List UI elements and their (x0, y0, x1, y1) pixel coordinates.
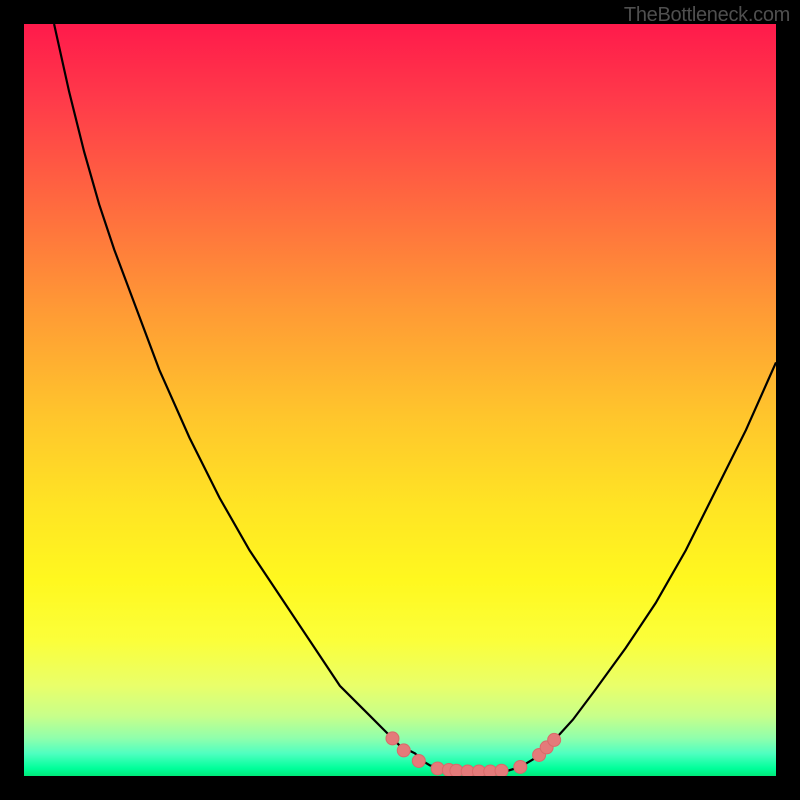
watermark-text: TheBottleneck.com (624, 4, 790, 27)
marker-point (397, 744, 410, 757)
outer-frame: TheBottleneck.com (0, 0, 800, 800)
marker-point (495, 764, 508, 776)
marker-point (548, 733, 561, 746)
marker-point (514, 760, 527, 773)
plot-area (24, 24, 776, 776)
marker-point (386, 732, 399, 745)
optimal-range-markers (386, 732, 561, 776)
chart-svg (24, 24, 776, 776)
bottleneck-curve (54, 24, 776, 773)
marker-point (412, 754, 425, 767)
